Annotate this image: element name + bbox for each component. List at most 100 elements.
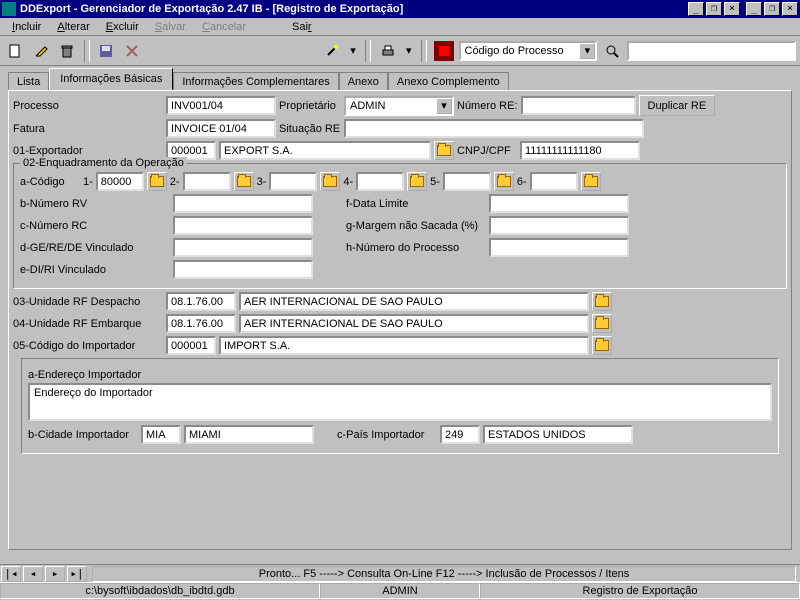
folder-icon bbox=[497, 176, 511, 187]
search-input[interactable] bbox=[627, 41, 796, 61]
menu-alterar[interactable]: Alterar bbox=[49, 19, 97, 35]
stop-button[interactable] bbox=[433, 40, 455, 62]
minimize-button[interactable]: _ bbox=[688, 2, 704, 16]
duplicar-re-button[interactable]: Duplicar RE bbox=[639, 95, 716, 116]
cidade-code[interactable]: MIA bbox=[141, 425, 181, 444]
window-title: DDExport - Gerenciador de Exportação 2.4… bbox=[20, 3, 686, 15]
tab-content: Processo INV001/04 Proprietário ADMIN ▾ … bbox=[8, 90, 792, 550]
tab-anexo-complemento[interactable]: Anexo Complemento bbox=[388, 72, 509, 91]
c-field[interactable] bbox=[173, 216, 313, 235]
nav-prev-button[interactable]: ◂ bbox=[23, 566, 43, 582]
e-label: e-DI/RI Vinculado bbox=[20, 262, 170, 278]
chevron-down-icon[interactable]: ▾ bbox=[436, 98, 452, 114]
numero-re-field[interactable] bbox=[521, 96, 636, 115]
rf-despacho-name[interactable]: AER INTERNACIONAL DE SAO PAULO bbox=[239, 292, 589, 311]
a1-label: 1- bbox=[83, 174, 93, 190]
mdi-maximize-button[interactable]: ❐ bbox=[764, 2, 780, 16]
d-label: d-GE/RE/DE Vinculado bbox=[20, 240, 170, 256]
cnpj-field[interactable]: 11111111111180 bbox=[520, 141, 640, 160]
delete-button[interactable] bbox=[56, 40, 78, 62]
print-button[interactable] bbox=[377, 40, 399, 62]
h-field[interactable] bbox=[489, 238, 629, 257]
nav-last-button[interactable]: ▸| bbox=[67, 566, 87, 582]
b-label: b-Número RV bbox=[20, 196, 170, 212]
exportador-name-field[interactable]: EXPORT S.A. bbox=[219, 141, 431, 160]
rf-despacho-lookup[interactable] bbox=[592, 292, 612, 311]
status-screen: Registro de Exportação bbox=[480, 583, 800, 599]
importador-code[interactable]: 000001 bbox=[166, 336, 216, 355]
folder-icon bbox=[237, 176, 251, 187]
a2-lookup[interactable] bbox=[234, 172, 254, 191]
pais-label: c-País Importador bbox=[337, 427, 437, 443]
rf-embarque-label: 04-Unidade RF Embarque bbox=[13, 316, 163, 332]
importador-name[interactable]: IMPORT S.A. bbox=[219, 336, 589, 355]
a3-lookup[interactable] bbox=[320, 172, 340, 191]
rf-embarque-name[interactable]: AER INTERNACIONAL DE SAO PAULO bbox=[239, 314, 589, 333]
nav-first-button[interactable]: |◂ bbox=[1, 566, 21, 582]
menu-cancelar: Cancelar bbox=[194, 19, 254, 35]
wizard-button[interactable] bbox=[321, 40, 343, 62]
a4-lookup[interactable] bbox=[407, 172, 427, 191]
chevron-down-icon[interactable]: ▾ bbox=[579, 43, 595, 59]
cancel-button bbox=[121, 40, 143, 62]
maximize-button[interactable]: ❐ bbox=[706, 2, 722, 16]
enquadramento-legend: 02-Enquadramento da Operação bbox=[20, 157, 187, 169]
a2-field[interactable] bbox=[183, 172, 231, 191]
edit-button[interactable] bbox=[30, 40, 52, 62]
menu-incluir[interactable]: Incluir bbox=[4, 19, 49, 35]
endereco-field[interactable]: Endereço do Importador bbox=[28, 383, 772, 421]
separator bbox=[421, 40, 427, 62]
a5-field[interactable] bbox=[443, 172, 491, 191]
pais-code[interactable]: 249 bbox=[440, 425, 480, 444]
a-codigo-label: a-Código bbox=[20, 174, 80, 190]
a5-lookup[interactable] bbox=[494, 172, 514, 191]
g-field[interactable] bbox=[489, 216, 629, 235]
close-button[interactable]: × bbox=[724, 2, 740, 16]
a1-lookup[interactable] bbox=[147, 172, 167, 191]
rf-despacho-label: 03-Unidade RF Despacho bbox=[13, 294, 163, 310]
rf-embarque-lookup[interactable] bbox=[592, 314, 612, 333]
a4-field[interactable] bbox=[356, 172, 404, 191]
cnpj-label: CNPJ/CPF bbox=[457, 143, 517, 159]
dropdown-arrow-2[interactable]: ▾ bbox=[403, 40, 415, 62]
b-field[interactable] bbox=[173, 194, 313, 213]
rf-embarque-code[interactable]: 08.1.76.00 bbox=[166, 314, 236, 333]
rf-despacho-code[interactable]: 08.1.76.00 bbox=[166, 292, 236, 311]
a3-field[interactable] bbox=[269, 172, 317, 191]
menu-salvar: Salvar bbox=[147, 19, 194, 35]
dropdown-arrow-1[interactable]: ▾ bbox=[347, 40, 359, 62]
mdi-minimize-button[interactable]: _ bbox=[746, 2, 762, 16]
mdi-close-button[interactable]: × bbox=[782, 2, 798, 16]
search-type-combo[interactable]: Código do Processo ▾ bbox=[459, 41, 598, 61]
importador-lookup[interactable] bbox=[592, 336, 612, 355]
e-field[interactable] bbox=[173, 260, 313, 279]
folder-icon bbox=[150, 176, 164, 187]
tab-anexo[interactable]: Anexo bbox=[339, 72, 388, 91]
exportador-lookup-button[interactable] bbox=[434, 141, 454, 160]
a6-lookup[interactable] bbox=[581, 172, 601, 191]
new-doc-button[interactable] bbox=[4, 40, 26, 62]
numero-re-label: Número RE: bbox=[457, 98, 518, 114]
nav-next-button[interactable]: ▸ bbox=[45, 566, 65, 582]
pais-name[interactable]: ESTADOS UNIDOS bbox=[483, 425, 633, 444]
situacao-field[interactable] bbox=[344, 119, 644, 138]
proprietario-combo[interactable]: ADMIN ▾ bbox=[344, 96, 454, 116]
menu-sair[interactable]: Sair bbox=[284, 19, 320, 35]
a6-field[interactable] bbox=[530, 172, 578, 191]
folder-icon bbox=[595, 318, 609, 329]
tab-informacoes-basicas[interactable]: Informações Básicas bbox=[49, 68, 173, 90]
folder-icon bbox=[595, 296, 609, 307]
menu-excluir[interactable]: Excluir bbox=[98, 19, 147, 35]
f-field[interactable] bbox=[489, 194, 629, 213]
tab-lista[interactable]: Lista bbox=[8, 72, 49, 91]
a1-field[interactable]: 80000 bbox=[96, 172, 144, 191]
fatura-field[interactable]: INVOICE 01/04 bbox=[166, 119, 276, 138]
d-field[interactable] bbox=[173, 238, 313, 257]
endereco-label: a-Endereço Importador bbox=[28, 367, 772, 383]
importador-label: 05-Código do Importador bbox=[13, 338, 163, 354]
processo-field[interactable]: INV001/04 bbox=[166, 96, 276, 115]
tab-informacoes-complementares[interactable]: Informações Complementares bbox=[173, 72, 338, 91]
status-bar: c:\bysoft\ibdados\db_ibdtd.gdb ADMIN Reg… bbox=[0, 582, 800, 600]
search-button[interactable] bbox=[601, 40, 623, 62]
cidade-name[interactable]: MIAMI bbox=[184, 425, 314, 444]
